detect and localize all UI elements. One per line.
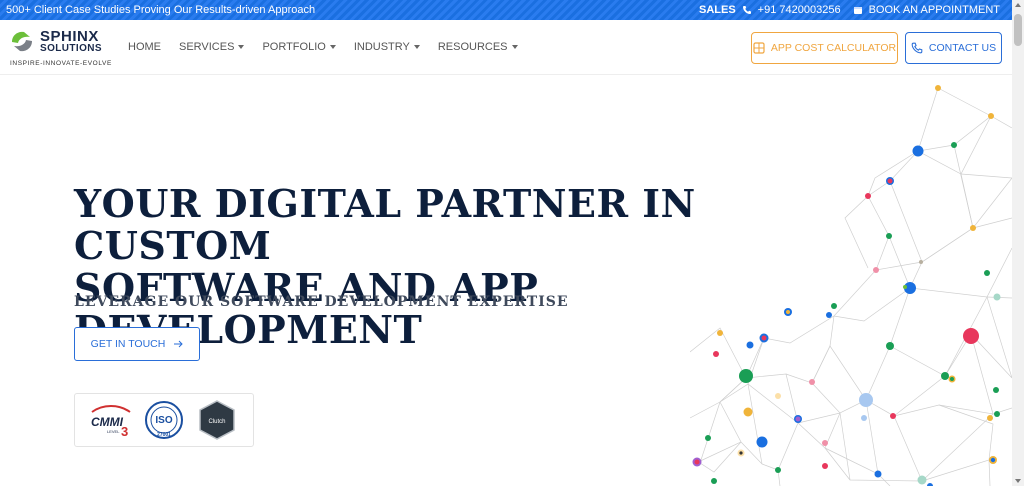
hero-headline-line1: YOUR DIGITAL PARTNER IN CUSTOM — [74, 181, 696, 268]
caret-down-icon — [413, 45, 420, 49]
contact-us-button[interactable]: CONTACT US — [905, 32, 1002, 64]
cmmi-text: CMMI — [91, 415, 124, 429]
get-in-touch-label: GET IN TOUCH — [90, 338, 166, 350]
clutch-badge: Clutch — [195, 400, 239, 440]
arrow-right-icon — [174, 340, 184, 348]
caret-down-icon — [329, 45, 336, 49]
logo-name-line2: SOLUTIONS — [40, 43, 102, 54]
site-header: SPHINX SOLUTIONS INSPIRE-INNOVATE-EVOLVE… — [0, 20, 1012, 75]
caret-down-icon — [238, 45, 245, 49]
scroll-up-arrow-icon[interactable] — [1015, 3, 1021, 7]
logo-tagline: INSPIRE-INNOVATE-EVOLVE — [10, 60, 112, 67]
caret-down-icon — [511, 45, 518, 49]
page-scrollbar[interactable] — [1012, 0, 1024, 486]
cmmi-level-label: LEVEL — [107, 429, 120, 434]
phone-icon — [742, 6, 751, 14]
cmmi-level-number: 3 — [121, 424, 128, 438]
calculator-icon — [753, 42, 765, 54]
nav-item-services[interactable]: SERVICES — [179, 41, 245, 53]
logo-mark-icon — [12, 31, 32, 52]
scrollbar-thumb[interactable] — [1014, 14, 1022, 46]
main-nav: HOME SERVICES PORTFOLIO INDUSTRY RESOURC… — [128, 41, 536, 53]
nav-item-label: SERVICES — [179, 41, 235, 53]
phone-icon — [911, 42, 923, 54]
scroll-down-arrow-icon[interactable] — [1015, 479, 1021, 483]
get-in-touch-button[interactable]: GET IN TOUCH — [74, 327, 200, 361]
certification-badges: CMMI LEVEL 3 ISO 27001 Clutch — [74, 393, 254, 447]
app-cost-calculator-label: APP COST CALCULATOR — [770, 42, 897, 54]
sales-phone-link[interactable]: +91 7420003256 — [758, 4, 841, 16]
nav-item-label: PORTFOLIO — [262, 41, 326, 53]
sales-label: SALES — [698, 4, 736, 16]
hero-headline: YOUR DIGITAL PARTNER IN CUSTOM SOFTWARE … — [74, 183, 874, 351]
nav-item-label: INDUSTRY — [353, 41, 410, 53]
calendar-icon — [853, 7, 862, 14]
iso-number: 27001 — [157, 432, 171, 438]
book-appointment-link[interactable]: BOOK AN APPOINTMENT — [869, 4, 1000, 16]
nav-item-industry[interactable]: INDUSTRY — [354, 41, 420, 53]
nav-item-label: HOME — [128, 41, 161, 53]
cmmi-level3-badge: CMMI LEVEL 3 — [89, 400, 133, 440]
top-announcement-bar: 500+ Client Case Studies Proving Our Res… — [0, 0, 1012, 20]
topbar-contact-group: SALES +91 7420003256 BOOK AN APPOINTMENT — [699, 4, 1000, 16]
clutch-text: Clutch — [208, 419, 225, 425]
iso-text: ISO — [155, 415, 172, 426]
nav-item-label: RESOURCES — [437, 41, 508, 53]
nav-item-resources[interactable]: RESOURCES — [438, 41, 518, 53]
iso-27001-badge: ISO 27001 — [142, 400, 186, 440]
contact-us-label: CONTACT US — [928, 42, 997, 54]
hero-subheading: LEVERAGE OUR SOFTWARE DEVELOPMENT EXPERT… — [74, 294, 569, 310]
nav-item-home[interactable]: HOME — [128, 41, 161, 53]
app-cost-calculator-button[interactable]: APP COST CALCULATOR — [751, 32, 898, 64]
logo[interactable]: SPHINX SOLUTIONS INSPIRE-INNOVATE-EVOLVE — [8, 28, 112, 70]
nav-item-portfolio[interactable]: PORTFOLIO — [262, 41, 336, 53]
promo-text[interactable]: 500+ Client Case Studies Proving Our Res… — [6, 4, 315, 16]
